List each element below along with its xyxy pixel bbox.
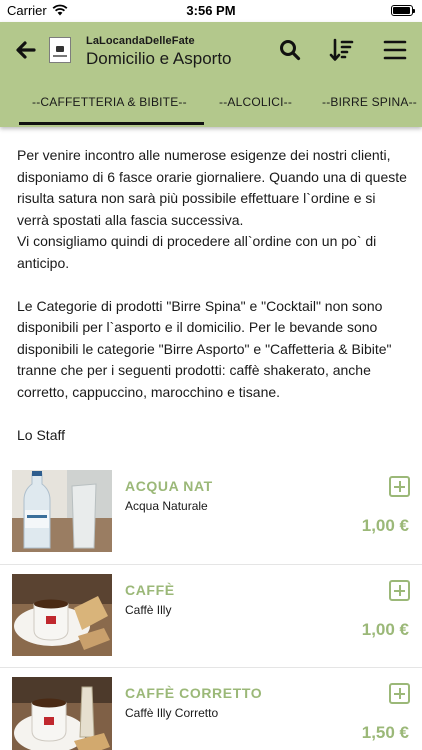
brand-name: LaLocandaDelleFate [86, 35, 195, 47]
add-to-cart-icon[interactable] [389, 580, 410, 601]
product-name: CAFFÈ [125, 582, 175, 598]
product-name: CAFFÈ CORRETTO [125, 685, 263, 701]
info-paragraph: Le Categorie di prodotti "Birre Spina" e… [17, 297, 392, 400]
staff-signature: Lo Staff [17, 426, 66, 443]
product-row[interactable]: CAFFÈ Caffè Illy 1,00 € [0, 564, 422, 667]
product-description: Caffè Illy [125, 603, 172, 617]
product-row[interactable]: CAFFÈ CORRETTO Caffè Illy Corretto 1,50 … [0, 667, 422, 750]
sort-icon[interactable] [328, 36, 356, 64]
coffee-corretto-image [12, 677, 112, 750]
active-tab-indicator [19, 122, 204, 125]
coffee-cup-image [12, 574, 112, 656]
restaurant-logo [49, 37, 71, 63]
category-tabs: --CAFFETTERIA & BIBITE-- --ALCOLICI-- --… [0, 90, 422, 127]
tab-alcolici[interactable]: --ALCOLICI-- [219, 95, 292, 109]
menu-icon[interactable] [381, 36, 409, 64]
product-description: Caffè Illy Corretto [125, 706, 219, 720]
add-to-cart-icon[interactable] [389, 683, 410, 704]
info-text: Per venire incontro alle numerose esigen… [17, 145, 409, 446]
product-price: 1,00 € [361, 516, 409, 535]
tab-birre-spina[interactable]: --BIRRE SPINA-- [322, 95, 417, 109]
battery-icon [391, 5, 415, 16]
add-to-cart-icon[interactable] [389, 476, 410, 497]
tab-caffetteria-bibite[interactable]: --CAFFETTERIA & BIBITE-- [32, 95, 187, 109]
product-price: 1,00 € [361, 620, 409, 639]
product-name: ACQUA NAT [125, 478, 213, 494]
product-description: Acqua Naturale [125, 499, 208, 513]
info-paragraph: Per venire incontro alle numerose esigen… [17, 147, 407, 271]
back-arrow-icon[interactable] [12, 36, 40, 64]
water-bottle-image [12, 470, 112, 552]
product-row[interactable]: ACQUA NAT Acqua Naturale 1,00 € [0, 461, 422, 564]
app-header: LaLocandaDelleFate Domicilio e Asporto -… [0, 22, 422, 127]
clock: 3:56 PM [186, 3, 236, 18]
product-price: 1,50 € [361, 723, 409, 742]
status-bar: Carrier 3:56 PM [0, 0, 422, 22]
search-icon[interactable] [276, 36, 304, 64]
page-title: Domicilio e Asporto [86, 49, 232, 68]
